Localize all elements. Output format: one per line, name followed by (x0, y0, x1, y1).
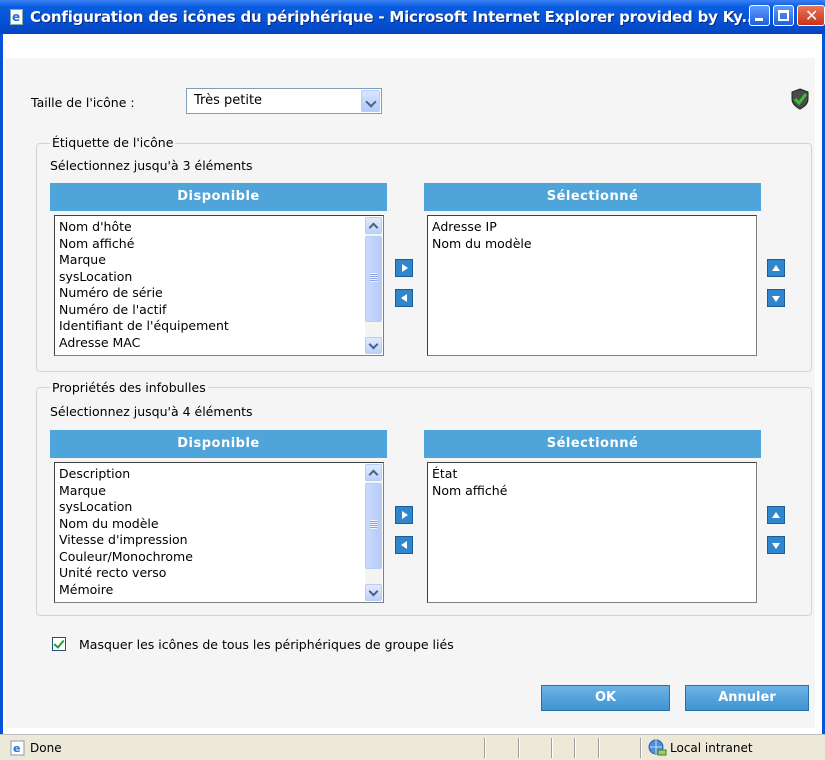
title-bar: e Configuration des icônes du périphériq… (0, 0, 825, 34)
icon-label-legend: Étiquette de l'icône (50, 135, 176, 150)
icon-label-hint: Sélectionnez jusqu'à 3 éléments (50, 158, 253, 173)
list-item[interactable]: Unité recto verso (59, 565, 383, 582)
status-divider (574, 738, 576, 758)
list-item[interactable]: Numéro de série (59, 285, 383, 302)
close-button[interactable]: ✕ (797, 5, 825, 26)
available-header: Disponible (50, 430, 387, 458)
list-item[interactable]: Couleur/Monochrome (59, 549, 383, 566)
svg-text:e: e (13, 742, 20, 755)
list-item[interactable]: État (432, 466, 756, 483)
tooltip-available-list[interactable]: Description Marque sysLocation Nom du mo… (54, 462, 384, 603)
internet-explorer-icon: e (8, 8, 26, 26)
list-item[interactable]: Nom du modèle (59, 516, 383, 533)
status-divider (551, 738, 553, 758)
status-divider (484, 738, 486, 758)
move-up-button[interactable] (767, 259, 785, 277)
list-item[interactable]: Marque (59, 252, 383, 269)
tooltip-properties-hint: Sélectionnez jusqu'à 4 éléments (50, 404, 253, 419)
status-divider (518, 738, 520, 758)
scroll-down-icon[interactable] (365, 584, 382, 601)
list-item[interactable]: Nom affiché (59, 236, 383, 253)
list-item[interactable]: Nom affiché (432, 483, 756, 500)
list-item[interactable]: Nom d'hôte (59, 219, 383, 236)
list-item[interactable]: sysLocation (59, 269, 383, 286)
hide-linked-label: Masquer les icônes de tous les périphéri… (79, 637, 454, 652)
list-item[interactable]: Mémoire (59, 582, 383, 599)
scroll-up-icon[interactable] (365, 217, 382, 234)
scroll-thumb[interactable] (365, 483, 382, 569)
move-down-button[interactable] (767, 289, 785, 307)
security-shield-icon (791, 88, 809, 110)
add-item-button[interactable] (395, 259, 413, 277)
status-divider (598, 738, 600, 758)
add-item-button[interactable] (395, 506, 413, 524)
ok-button[interactable]: OK (541, 685, 670, 711)
vertical-scrollbar[interactable] (365, 217, 382, 354)
chevron-down-icon[interactable] (361, 90, 380, 112)
list-item[interactable]: Vitesse d'impression (59, 532, 383, 549)
list-item[interactable]: Marque (59, 483, 383, 500)
selected-header: Sélectionné (424, 430, 761, 458)
list-item[interactable]: sysLocation (59, 499, 383, 516)
scroll-thumb[interactable] (365, 236, 382, 322)
remove-item-button[interactable] (395, 289, 413, 307)
zone-label: Local intranet (670, 741, 753, 755)
local-intranet-icon (648, 739, 667, 756)
icon-size-value: Très petite (194, 93, 263, 108)
vertical-scrollbar[interactable] (365, 464, 382, 601)
window-title: Configuration des icônes du périphérique… (30, 8, 758, 26)
list-item[interactable]: Adresse MAC (59, 335, 383, 352)
move-up-button[interactable] (767, 506, 785, 524)
list-item[interactable]: Adresse IP (432, 219, 756, 236)
tooltip-properties-legend: Propriétés des infobulles (50, 380, 208, 395)
maximize-button[interactable] (773, 5, 794, 26)
selected-header: Sélectionné (424, 183, 761, 211)
status-text: Done (30, 741, 62, 755)
status-bar: e Done Local intranet (0, 734, 825, 760)
icon-label-available-list[interactable]: Nom d'hôte Nom affiché Marque sysLocatio… (54, 215, 384, 356)
list-item[interactable]: Description (59, 466, 383, 483)
tooltip-selected-list[interactable]: État Nom affiché (427, 462, 757, 603)
cancel-button[interactable]: Annuler (685, 685, 809, 711)
list-item[interactable]: Identifiant de l'équipement (59, 318, 383, 335)
internet-explorer-icon: e (10, 740, 25, 756)
scroll-up-icon[interactable] (365, 464, 382, 481)
list-item[interactable]: Nom du modèle (432, 236, 756, 253)
minimize-button[interactable] (749, 5, 770, 26)
list-item[interactable]: Numéro de l'actif (59, 302, 383, 319)
icon-label-selected-list[interactable]: Adresse IP Nom du modèle (427, 215, 757, 356)
scroll-down-icon[interactable] (365, 337, 382, 354)
hide-linked-checkbox[interactable] (52, 637, 66, 651)
available-header: Disponible (50, 183, 387, 211)
icon-size-select[interactable]: Très petite (186, 88, 382, 114)
move-down-button[interactable] (767, 536, 785, 554)
icon-size-label: Taille de l'icône : (31, 95, 135, 110)
remove-item-button[interactable] (395, 536, 413, 554)
status-divider (640, 738, 642, 758)
